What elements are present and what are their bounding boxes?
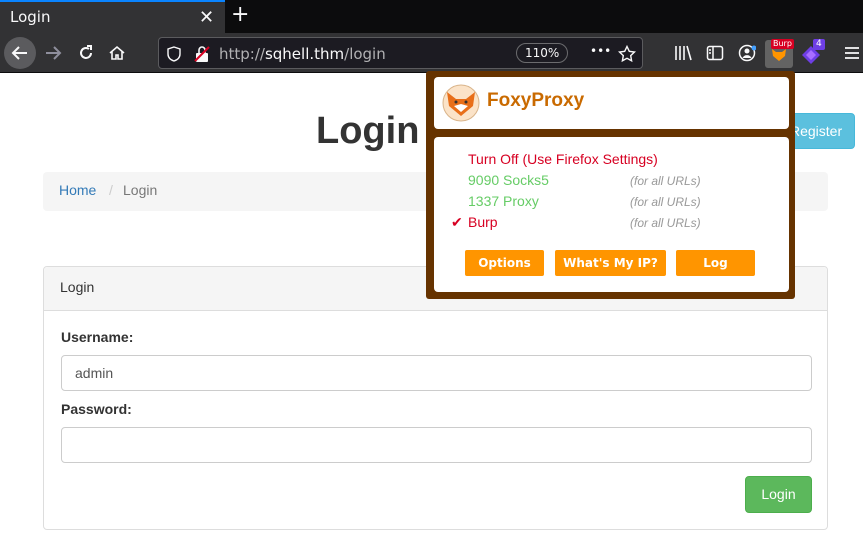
foxyproxy-body: Turn Off (Use Firefox Settings) 9090 Soc… — [434, 137, 789, 292]
log-button[interactable]: Log — [676, 250, 755, 276]
username-label: Username: — [61, 329, 134, 345]
account-icon[interactable] — [738, 44, 756, 62]
home-button[interactable] — [102, 38, 132, 68]
whats-my-ip-button[interactable]: What's My IP? — [555, 250, 666, 276]
new-tab-button[interactable]: + — [231, 2, 249, 27]
proxy-option-label: 1337 Proxy — [468, 193, 539, 209]
burp-proxy-badge: Burp — [771, 39, 794, 49]
tab-title: Login — [10, 8, 51, 26]
reload-button[interactable] — [71, 38, 101, 68]
url-host: sqhell.thm — [264, 45, 345, 63]
login-button[interactable]: Login — [745, 476, 812, 513]
proxy-option-9090-socks5[interactable]: 9090 Socks5 (for all URLs) — [434, 172, 789, 192]
sidebar-icon[interactable] — [706, 44, 724, 62]
library-icon[interactable] — [674, 44, 692, 62]
foxyproxy-popup: FoxyProxy Turn Off (Use Firefox Settings… — [426, 71, 795, 299]
breadcrumb-current: Login — [123, 182, 158, 198]
proxy-option-scope: (for all URLs) — [630, 216, 701, 230]
proxy-option-turn-off[interactable]: Turn Off (Use Firefox Settings) — [434, 151, 789, 171]
forward-button[interactable] — [38, 38, 68, 68]
shield-icon[interactable] — [167, 46, 181, 62]
nav-bar: http://sqhell.thm/login 110% ••• — [0, 33, 863, 73]
tab-login[interactable]: Login ✕ — [0, 0, 225, 33]
reload-icon — [80, 45, 92, 59]
insecure-lock-icon[interactable] — [194, 45, 210, 63]
breadcrumb-home-link[interactable]: Home — [59, 182, 96, 198]
tab-strip: Login ✕ + — [0, 0, 863, 33]
url-path: /login — [344, 45, 386, 63]
home-icon — [109, 45, 125, 60]
proxy-option-scope: (for all URLs) — [630, 174, 701, 188]
url-text: http://sqhell.thm/login — [219, 45, 386, 63]
breadcrumb-separator: / — [109, 182, 113, 198]
login-panel: Login Username: Password: Login — [43, 266, 828, 530]
password-label: Password: — [61, 401, 132, 417]
zoom-reset-button[interactable]: 110% — [516, 43, 569, 63]
close-tab-icon[interactable]: ✕ — [199, 7, 214, 28]
page-title: Login — [316, 110, 420, 152]
username-input[interactable] — [61, 355, 812, 391]
options-button[interactable]: Options — [465, 250, 544, 276]
proxy-option-label: Burp — [468, 214, 498, 230]
fox-icon — [772, 49, 786, 61]
proxy-option-1337-proxy[interactable]: 1337 Proxy (for all URLs) — [434, 193, 789, 213]
address-bar[interactable]: http://sqhell.thm/login 110% ••• — [158, 37, 643, 69]
bookmark-star-icon[interactable] — [618, 45, 636, 63]
selected-check-icon: ✔ — [451, 214, 463, 230]
extension-count-badge: 4 — [813, 39, 825, 50]
foxyproxy-header: FoxyProxy — [434, 77, 789, 129]
proxy-option-scope: (for all URLs) — [630, 195, 701, 209]
password-input[interactable] — [61, 427, 812, 463]
arrow-left-icon — [11, 46, 27, 60]
arrow-right-icon — [46, 46, 62, 60]
foxyproxy-title: FoxyProxy — [487, 90, 585, 111]
proxy-option-label: Turn Off (Use Firefox Settings) — [468, 151, 658, 167]
proxy-option-burp[interactable]: ✔ Burp (for all URLs) — [434, 214, 789, 234]
page-actions-button[interactable]: ••• — [590, 44, 611, 58]
back-button[interactable] — [4, 37, 36, 69]
url-scheme: http:// — [219, 45, 265, 63]
proxy-option-label: 9090 Socks5 — [468, 172, 549, 188]
foxyproxy-logo-icon — [442, 84, 480, 122]
panel-title: Login — [60, 279, 95, 295]
overflow-menu-icon[interactable] — [844, 44, 860, 62]
